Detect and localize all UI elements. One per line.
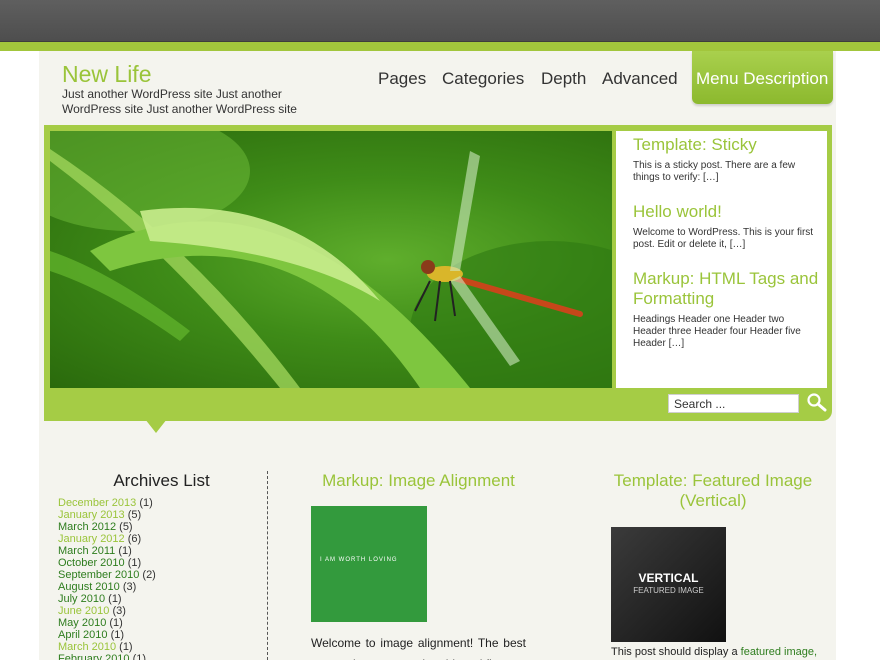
archive-count: (1) bbox=[132, 653, 147, 660]
archive-count: (1) bbox=[110, 629, 125, 641]
post-title[interactable]: Markup: Image Alignment bbox=[311, 471, 526, 491]
archive-count: (1) bbox=[118, 545, 132, 557]
nav-item-menu-description[interactable]: Menu Description bbox=[692, 51, 833, 104]
thumbnail-heading: VERTICAL bbox=[638, 571, 699, 585]
archive-item: January 2013 (5) bbox=[58, 509, 267, 521]
archive-count: (1) bbox=[109, 617, 123, 629]
post-excerpt-link[interactable]: featured image, bbox=[741, 646, 817, 658]
slider-post-excerpt: Headings Header one Header two Header th… bbox=[633, 314, 801, 349]
nav-item-categories[interactable]: Categories bbox=[442, 69, 524, 89]
archive-link[interactable]: May 2010 bbox=[58, 617, 106, 629]
nav-item-advanced[interactable]: Advanced bbox=[602, 69, 678, 89]
archive-item: September 2010 (2) bbox=[58, 569, 267, 581]
slider-post[interactable]: Hello world! Welcome to WordPress. This … bbox=[633, 202, 827, 251]
archive-link[interactable]: April 2010 bbox=[58, 629, 108, 641]
archive-count: (3) bbox=[112, 605, 126, 617]
thumbnail-subheading: FEATURED IMAGE bbox=[633, 586, 704, 595]
slider-post[interactable]: Template: Sticky This is a sticky post. … bbox=[633, 135, 827, 184]
nav-item-pages[interactable]: Pages bbox=[378, 69, 426, 89]
archive-count: (1) bbox=[108, 593, 122, 605]
archive-link[interactable]: June 2010 bbox=[58, 605, 109, 617]
accent-strip bbox=[0, 42, 880, 51]
archive-item: December 2013 (1) bbox=[58, 497, 267, 509]
site-title[interactable]: New Life bbox=[62, 61, 151, 88]
slider-pointer bbox=[145, 419, 167, 433]
archives-title: Archives List bbox=[113, 471, 210, 490]
archive-count: (5) bbox=[119, 521, 133, 533]
archive-item: June 2010 (3) bbox=[58, 605, 267, 617]
post-thumbnail[interactable]: VERTICAL FEATURED IMAGE bbox=[611, 527, 726, 642]
archive-item: March 2011 (1) bbox=[58, 545, 267, 557]
slider-post-list: Template: Sticky This is a sticky post. … bbox=[616, 131, 827, 388]
archive-link[interactable]: October 2010 bbox=[58, 557, 125, 569]
archive-link[interactable]: December 2013 bbox=[58, 497, 136, 509]
archive-item: April 2010 (1) bbox=[58, 629, 267, 641]
archive-count: (1) bbox=[139, 497, 153, 509]
thumbnail-caption: I AM WORTH LOVING bbox=[320, 557, 398, 563]
slider-image[interactable] bbox=[50, 131, 612, 388]
slider-post-title[interactable]: Markup: HTML Tags and Formatting bbox=[633, 269, 827, 309]
archive-item: May 2010 (1) bbox=[58, 617, 267, 629]
post-title[interactable]: Template: Featured Image (Vertical) bbox=[611, 471, 815, 511]
archive-item: March 2010 (1) bbox=[58, 641, 267, 653]
archive-link[interactable]: March 2010 bbox=[58, 641, 116, 653]
archive-link[interactable]: March 2011 bbox=[58, 545, 115, 557]
archive-item: January 2012 (6) bbox=[58, 533, 267, 545]
slider-post-excerpt: Welcome to WordPress. This is your first… bbox=[633, 227, 814, 250]
post-excerpt-text: This post should display a bbox=[611, 646, 738, 658]
archive-count: (1) bbox=[119, 641, 133, 653]
featured-slider: Template: Sticky This is a sticky post. … bbox=[44, 125, 832, 421]
archive-link[interactable]: January 2013 bbox=[58, 509, 125, 521]
post-excerpt: Welcome to image alignment! The best way… bbox=[311, 636, 526, 660]
page-container: New Life Just another WordPress site Jus… bbox=[39, 51, 836, 660]
top-dark-bar bbox=[0, 0, 880, 42]
nav-item-depth[interactable]: Depth bbox=[541, 69, 586, 89]
post-excerpt: This post should display a featured imag… bbox=[611, 646, 823, 658]
archive-item: March 2012 (5) bbox=[58, 521, 267, 533]
column-divider bbox=[267, 471, 268, 660]
archives-list: December 2013 (1) January 2013 (5) March 2… bbox=[58, 497, 267, 660]
search-input[interactable]: Search ... bbox=[668, 394, 799, 413]
archive-count: (1) bbox=[127, 557, 142, 569]
search-icon[interactable] bbox=[806, 392, 828, 414]
archive-item: February 2010 (1) bbox=[58, 653, 267, 660]
archive-item: October 2010 (1) bbox=[58, 557, 267, 569]
archive-count: (6) bbox=[127, 533, 142, 545]
archives-widget: Archives List December 2013 (1) January 2… bbox=[58, 471, 267, 660]
post-thumbnail[interactable]: I AM WORTH LOVING bbox=[311, 506, 427, 622]
archive-item: August 2010 (3) bbox=[58, 581, 267, 593]
post-card: Template: Featured Image (Vertical) VERT… bbox=[611, 471, 817, 658]
archive-count: (3) bbox=[122, 581, 137, 593]
archive-link[interactable]: August 2010 bbox=[58, 581, 120, 593]
slider-post-title[interactable]: Template: Sticky bbox=[633, 135, 827, 155]
post-card: Markup: Image Alignment I AM WORTH LOVIN… bbox=[311, 471, 526, 660]
slider-post-excerpt: This is a sticky post. There are a few t… bbox=[633, 160, 796, 183]
site-tagline: Just another WordPress site Just another… bbox=[62, 87, 297, 116]
slider-post-title[interactable]: Hello world! bbox=[633, 202, 827, 222]
archive-link[interactable]: July 2010 bbox=[58, 593, 105, 605]
slider-post[interactable]: Markup: HTML Tags and Formatting Heading… bbox=[633, 269, 827, 350]
archive-count: (2) bbox=[142, 569, 156, 581]
archive-item: July 2010 (1) bbox=[58, 593, 267, 605]
dragonfly-photo bbox=[50, 131, 612, 388]
archive-link[interactable]: February 2010 bbox=[58, 653, 130, 660]
archive-count: (5) bbox=[127, 509, 142, 521]
archive-link[interactable]: September 2010 bbox=[58, 569, 139, 581]
archive-link[interactable]: March 2012 bbox=[58, 521, 116, 533]
archive-link[interactable]: January 2012 bbox=[58, 533, 125, 545]
